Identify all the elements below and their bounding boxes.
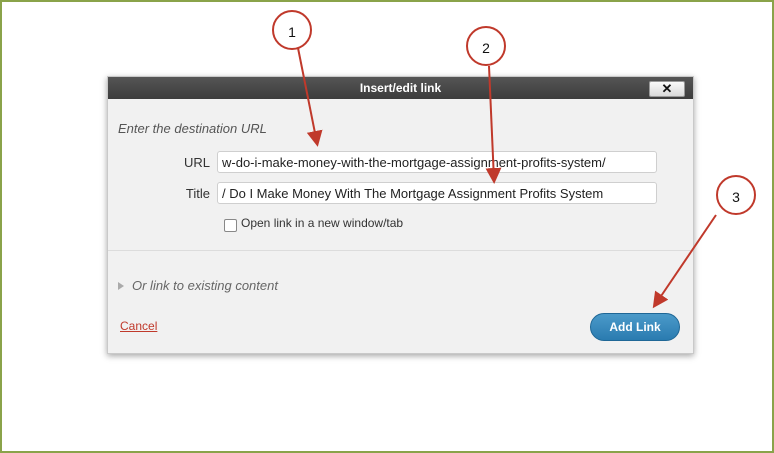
callout-3: 3 <box>716 175 756 215</box>
callout-1: 1 <box>272 10 312 50</box>
arrow-1 <box>297 47 323 147</box>
arrow-2 <box>485 65 502 184</box>
annotation-arrows <box>297 47 717 309</box>
arrow-3 <box>652 214 717 309</box>
callout-2: 2 <box>466 26 506 66</box>
